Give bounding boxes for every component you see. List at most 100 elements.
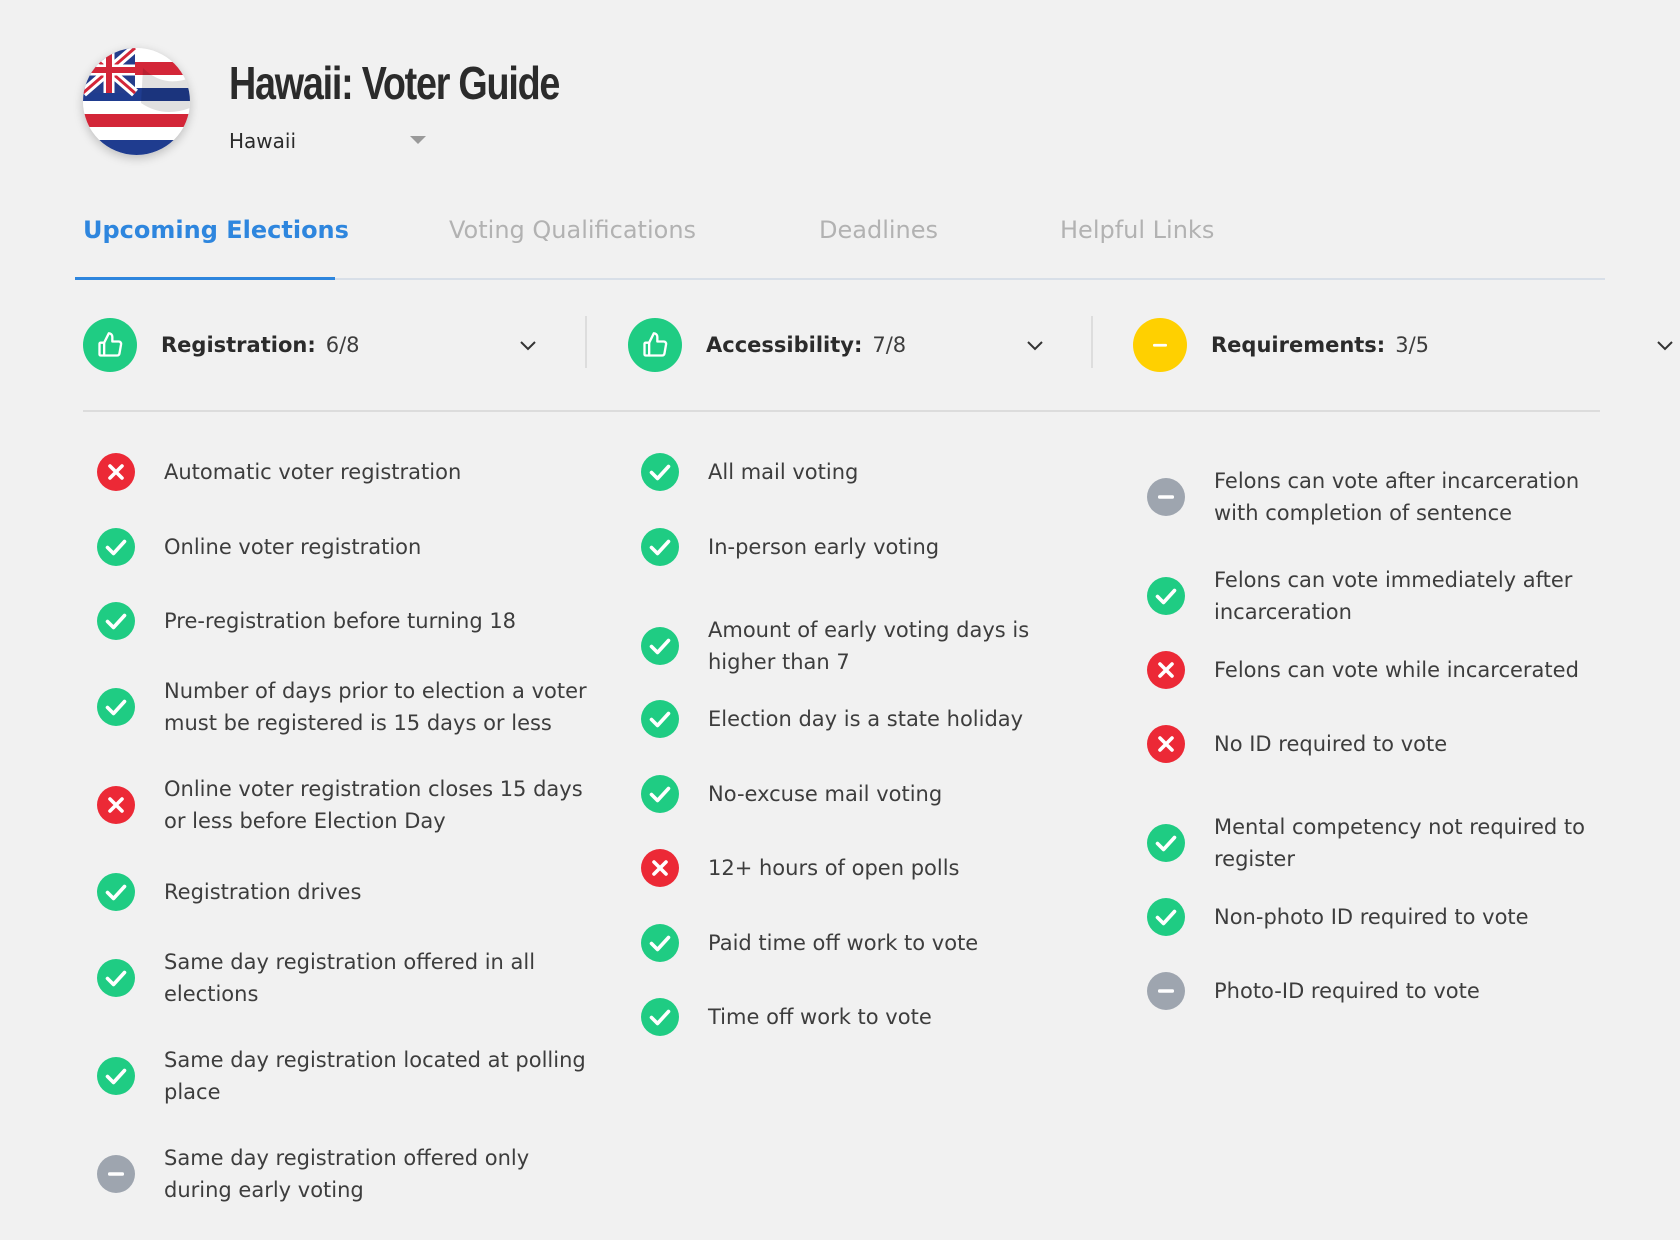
list-item: Same day registration offered in all ele… bbox=[97, 946, 594, 1010]
check-icon bbox=[97, 1057, 135, 1095]
list-item-text: Same day registration offered only durin… bbox=[164, 1146, 530, 1202]
thumbs-up-icon bbox=[83, 318, 137, 372]
list-item-text: Registration drives bbox=[164, 880, 362, 904]
check-icon bbox=[97, 602, 135, 640]
caret-down-icon bbox=[410, 136, 426, 144]
active-tab-indicator bbox=[75, 277, 335, 280]
list-item-text: Online voter registration closes 15 days… bbox=[164, 777, 583, 833]
list-item-text: Number of days prior to election a voter… bbox=[164, 679, 587, 735]
tab-voting-qualifications[interactable]: Voting Qualifications bbox=[449, 216, 696, 244]
thumbs-up-icon bbox=[628, 318, 682, 372]
list-item-text: Non-photo ID required to vote bbox=[1214, 905, 1529, 929]
list-item-text: Mental competency not required to regist… bbox=[1214, 815, 1585, 871]
minus-icon bbox=[1147, 972, 1185, 1010]
check-icon bbox=[641, 528, 679, 566]
minus-icon bbox=[1133, 318, 1187, 372]
chevron-down-icon bbox=[1657, 341, 1673, 351]
list-item: Same day registration offered only durin… bbox=[97, 1142, 594, 1206]
check-icon bbox=[97, 688, 135, 726]
list-item: Felons can vote after incarceration with… bbox=[1147, 465, 1624, 529]
x-icon bbox=[641, 849, 679, 887]
minus-icon bbox=[97, 1155, 135, 1193]
list-item: Online voter registration bbox=[97, 528, 594, 566]
tab-bar: Upcoming Elections Voting Qualifications… bbox=[75, 206, 1605, 280]
list-item: Non-photo ID required to vote bbox=[1147, 898, 1624, 936]
requirements-score: 3/5 bbox=[1395, 333, 1430, 357]
list-item-text: All mail voting bbox=[708, 460, 859, 484]
registration-summary-label: Registration: bbox=[161, 333, 316, 357]
list-item: Online voter registration closes 15 days… bbox=[97, 773, 594, 837]
list-item: 12+ hours of open polls bbox=[641, 849, 1048, 887]
check-icon bbox=[1147, 824, 1185, 862]
list-item: Mental competency not required to regist… bbox=[1147, 811, 1624, 875]
x-icon bbox=[1147, 651, 1185, 689]
list-item-text: No ID required to vote bbox=[1214, 732, 1448, 756]
hawaii-flag-icon bbox=[83, 48, 190, 155]
list-item-text: Felons can vote immediately after incarc… bbox=[1214, 568, 1573, 624]
list-item: Felons can vote while incarcerated bbox=[1147, 651, 1624, 689]
check-icon bbox=[641, 700, 679, 738]
list-item: Election day is a state holiday bbox=[641, 700, 1048, 738]
chevron-down-icon bbox=[1027, 341, 1043, 351]
list-item: Photo-ID required to vote bbox=[1147, 972, 1624, 1010]
x-icon bbox=[97, 786, 135, 824]
list-item-text: No-excuse mail voting bbox=[708, 782, 943, 806]
list-item: Same day registration located at polling… bbox=[97, 1044, 594, 1108]
check-icon bbox=[1147, 577, 1185, 615]
list-item-text: Same day registration offered in all ele… bbox=[164, 950, 536, 1006]
list-item: Paid time off work to vote bbox=[641, 924, 1048, 962]
list-item: Registration drives bbox=[97, 873, 594, 911]
list-item-text: Automatic voter registration bbox=[164, 460, 462, 484]
page-title: Hawaii: Voter Guide bbox=[229, 57, 560, 109]
check-icon bbox=[97, 959, 135, 997]
minus-icon bbox=[1147, 478, 1185, 516]
list-item: All mail voting bbox=[641, 453, 1048, 491]
tab-upcoming-elections[interactable]: Upcoming Elections bbox=[83, 216, 349, 244]
requirements-summary-toggle[interactable]: Requirements: 3/5 bbox=[1133, 318, 1673, 372]
list-item-text: Online voter registration bbox=[164, 535, 422, 559]
list-item: In-person early voting bbox=[641, 528, 1048, 566]
x-icon bbox=[1147, 725, 1185, 763]
state-dropdown[interactable]: Hawaii bbox=[229, 126, 429, 156]
list-item-text: Time off work to vote bbox=[708, 1005, 932, 1029]
accessibility-summary-toggle[interactable]: Accessibility: 7/8 bbox=[628, 318, 1098, 372]
list-item-text: Amount of early voting days is higher th… bbox=[708, 618, 1030, 674]
list-item-text: Pre-registration before turning 18 bbox=[164, 609, 517, 633]
list-item: No-excuse mail voting bbox=[641, 775, 1048, 813]
guide-header: Hawaii: Voter Guide Hawaii bbox=[83, 48, 983, 158]
check-icon bbox=[97, 528, 135, 566]
list-item: Time off work to vote bbox=[641, 998, 1048, 1036]
state-dropdown-value: Hawaii bbox=[229, 129, 297, 153]
list-item-text: Paid time off work to vote bbox=[708, 931, 979, 955]
x-icon bbox=[97, 453, 135, 491]
requirements-summary-label: Requirements: bbox=[1211, 333, 1386, 357]
registration-summary-toggle[interactable]: Registration: 6/8 bbox=[83, 318, 543, 372]
check-icon bbox=[97, 873, 135, 911]
list-item: Amount of early voting days is higher th… bbox=[641, 614, 1048, 678]
list-item-text: Election day is a state holiday bbox=[708, 707, 1024, 731]
tab-deadlines[interactable]: Deadlines bbox=[819, 216, 938, 244]
list-item-text: Felons can vote while incarcerated bbox=[1214, 658, 1579, 682]
list-item-text: 12+ hours of open polls bbox=[708, 856, 960, 880]
list-item-text: Same day registration located at polling… bbox=[164, 1048, 586, 1104]
list-item: Automatic voter registration bbox=[97, 453, 594, 491]
list-item: Felons can vote immediately after incarc… bbox=[1147, 564, 1624, 628]
list-item-text: Felons can vote after incarceration with… bbox=[1214, 469, 1580, 525]
list-item: No ID required to vote bbox=[1147, 725, 1624, 763]
tab-helpful-links[interactable]: Helpful Links bbox=[1060, 216, 1214, 244]
summary-divider bbox=[1091, 316, 1093, 368]
accessibility-summary-label: Accessibility: bbox=[706, 333, 863, 357]
check-icon bbox=[641, 775, 679, 813]
list-item-text: In-person early voting bbox=[708, 535, 940, 559]
summary-divider bbox=[585, 316, 587, 368]
check-icon bbox=[641, 627, 679, 665]
chevron-down-icon bbox=[520, 341, 536, 351]
list-item: Number of days prior to election a voter… bbox=[97, 675, 594, 739]
list-item: Pre-registration before turning 18 bbox=[97, 602, 594, 640]
accessibility-score: 7/8 bbox=[872, 333, 907, 357]
list-item-text: Photo-ID required to vote bbox=[1214, 979, 1480, 1003]
check-icon bbox=[641, 453, 679, 491]
check-icon bbox=[1147, 898, 1185, 936]
score-summary: Registration: 6/8 Accessibility: 7/8 Req… bbox=[83, 308, 1673, 412]
check-icon bbox=[641, 998, 679, 1036]
